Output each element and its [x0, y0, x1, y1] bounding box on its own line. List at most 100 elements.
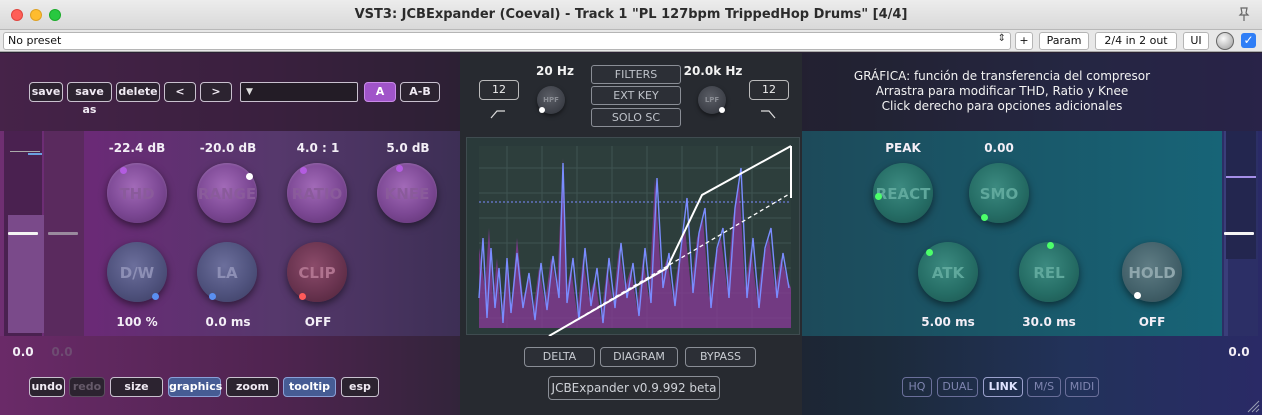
- meter-bg: [1226, 131, 1256, 259]
- hold-knob-label: HOLD: [1128, 264, 1176, 282]
- right-control-band: [802, 131, 1222, 336]
- knob-indicator-icon: [981, 214, 988, 221]
- react-value: PEAK: [885, 141, 921, 155]
- ratio-knob[interactable]: RATIO: [287, 163, 347, 223]
- input-meter: [4, 131, 44, 336]
- thd-knob-label: THD: [119, 185, 155, 203]
- solo-sc-button[interactable]: SOLO SC: [591, 108, 681, 127]
- pin-icon[interactable]: [1236, 6, 1252, 22]
- preset-name-field[interactable]: ▼: [240, 82, 358, 102]
- wet-knob-icon[interactable]: [1216, 32, 1234, 50]
- clip-knob-label: CLIP: [298, 264, 336, 282]
- save-button[interactable]: save: [29, 82, 63, 102]
- knob-indicator-icon: [300, 167, 307, 174]
- dry-wet-knob[interactable]: D/W: [107, 242, 167, 302]
- attack-value: 5.00 ms: [921, 315, 975, 329]
- thd-knob[interactable]: THD: [107, 163, 167, 223]
- param-button[interactable]: Param: [1039, 32, 1089, 50]
- io-config-button[interactable]: 2/4 in 2 out: [1095, 32, 1177, 50]
- input-gain-fader[interactable]: [8, 232, 38, 235]
- plugin-panel: save save as delete < > ▼ A A-B 12 20 Hz…: [0, 53, 1262, 415]
- delete-button[interactable]: delete: [116, 82, 160, 102]
- clip-value: OFF: [304, 315, 332, 329]
- midi-button[interactable]: MIDI: [1065, 377, 1099, 397]
- hpf-slope-icon: [490, 110, 505, 119]
- knob-indicator-icon: [396, 165, 403, 172]
- redo-button[interactable]: redo: [69, 377, 105, 397]
- transfer-graph-svg: [478, 145, 792, 337]
- lpf-knob[interactable]: LPF: [698, 86, 726, 114]
- hpf-knob[interactable]: HPF: [537, 86, 565, 114]
- knob-indicator-icon: [539, 107, 545, 113]
- lpf-slope-icon: [761, 110, 776, 119]
- add-preset-button[interactable]: +: [1015, 32, 1033, 50]
- undo-button[interactable]: undo: [29, 377, 65, 397]
- hpf-knob-label: HPF: [543, 96, 559, 104]
- hpf-slope-field[interactable]: 12: [479, 80, 519, 100]
- knob-indicator-icon: [875, 193, 882, 200]
- range-value: -20.0 dB: [199, 141, 257, 155]
- graphics-button[interactable]: graphics: [168, 377, 222, 397]
- react-knob-label: REACT: [875, 185, 931, 203]
- output-level-fader[interactable]: [1224, 232, 1254, 235]
- smooth-value: 0.00: [984, 141, 1014, 155]
- link-button[interactable]: LINK: [983, 377, 1023, 397]
- save-as-button[interactable]: save as: [67, 82, 112, 116]
- esp-button[interactable]: esp: [341, 377, 379, 397]
- tooltip-button[interactable]: tooltip: [283, 377, 336, 397]
- knob-indicator-icon: [1047, 242, 1054, 249]
- host-toolbar: No preset ⇕ + Param 2/4 in 2 out UI ✓: [0, 30, 1262, 52]
- output-meter: [1222, 131, 1258, 336]
- diagram-button[interactable]: DIAGRAM: [600, 347, 678, 367]
- next-preset-button[interactable]: >: [200, 82, 232, 102]
- ui-button[interactable]: UI: [1183, 32, 1209, 50]
- smooth-knob[interactable]: SMO: [969, 163, 1029, 223]
- thd-value: -22.4 dB: [108, 141, 166, 155]
- range-knob[interactable]: RANGE: [197, 163, 257, 223]
- zoom-button[interactable]: zoom: [226, 377, 279, 397]
- range-knob-label: RANGE: [197, 185, 257, 203]
- hold-value: OFF: [1138, 315, 1166, 329]
- size-button[interactable]: size: [110, 377, 163, 397]
- knob-indicator-icon: [120, 167, 127, 174]
- window-titlebar: VST3: JCBExpander (Coeval) - Track 1 "PL…: [0, 0, 1262, 30]
- ab-compare-button[interactable]: A-B: [400, 82, 440, 102]
- release-knob[interactable]: REL: [1019, 242, 1079, 302]
- knob-indicator-icon: [246, 173, 253, 180]
- knee-value: 5.0 dB: [386, 141, 430, 155]
- lookahead-knob[interactable]: LA: [197, 242, 257, 302]
- lpf-slope-field[interactable]: 12: [749, 80, 789, 100]
- clip-knob[interactable]: CLIP: [287, 242, 347, 302]
- attack-knob[interactable]: ATK: [918, 242, 978, 302]
- dual-button[interactable]: DUAL: [937, 377, 978, 397]
- knee-knob[interactable]: KNEE: [377, 163, 437, 223]
- hq-button[interactable]: HQ: [902, 377, 932, 397]
- smooth-knob-label: SMO: [979, 185, 1019, 203]
- bypass-button[interactable]: BYPASS: [685, 347, 756, 367]
- meter-peak-line: [10, 151, 40, 152]
- output-meter-value: 0.0: [1228, 345, 1250, 359]
- info-line-1: GRÁFICA: función de transferencia del co…: [853, 69, 1151, 83]
- resize-handle-icon[interactable]: [1246, 399, 1260, 413]
- a-slot-button[interactable]: A: [364, 82, 396, 102]
- input-meter-value: 0.0: [12, 345, 34, 359]
- updown-chevron-icon: ⇕: [997, 33, 1006, 44]
- filters-button[interactable]: FILTERS: [591, 65, 681, 84]
- bypass-checkbox[interactable]: ✓: [1241, 33, 1256, 48]
- mid-side-button[interactable]: M/S: [1027, 377, 1061, 397]
- lpf-frequency: 20.0k Hz: [683, 64, 743, 78]
- prev-preset-button[interactable]: <: [164, 82, 196, 102]
- output-gain-fader[interactable]: [48, 232, 78, 235]
- preset-select[interactable]: No preset ⇕: [3, 32, 1011, 50]
- version-label[interactable]: JCBExpander v0.9.992 beta: [548, 376, 720, 400]
- gain-reduction-meter: [44, 131, 84, 336]
- react-knob[interactable]: REACT: [873, 163, 933, 223]
- delta-button[interactable]: DELTA: [524, 347, 595, 367]
- hold-knob[interactable]: HOLD: [1122, 242, 1182, 302]
- transfer-function-graph[interactable]: [466, 137, 800, 337]
- help-info-text: GRÁFICA: función de transferencia del co…: [812, 69, 1192, 114]
- ext-key-button[interactable]: EXT KEY: [591, 86, 681, 105]
- knob-indicator-icon: [1134, 292, 1141, 299]
- knee-knob-label: KNEE: [384, 185, 430, 203]
- knob-indicator-icon: [719, 107, 725, 113]
